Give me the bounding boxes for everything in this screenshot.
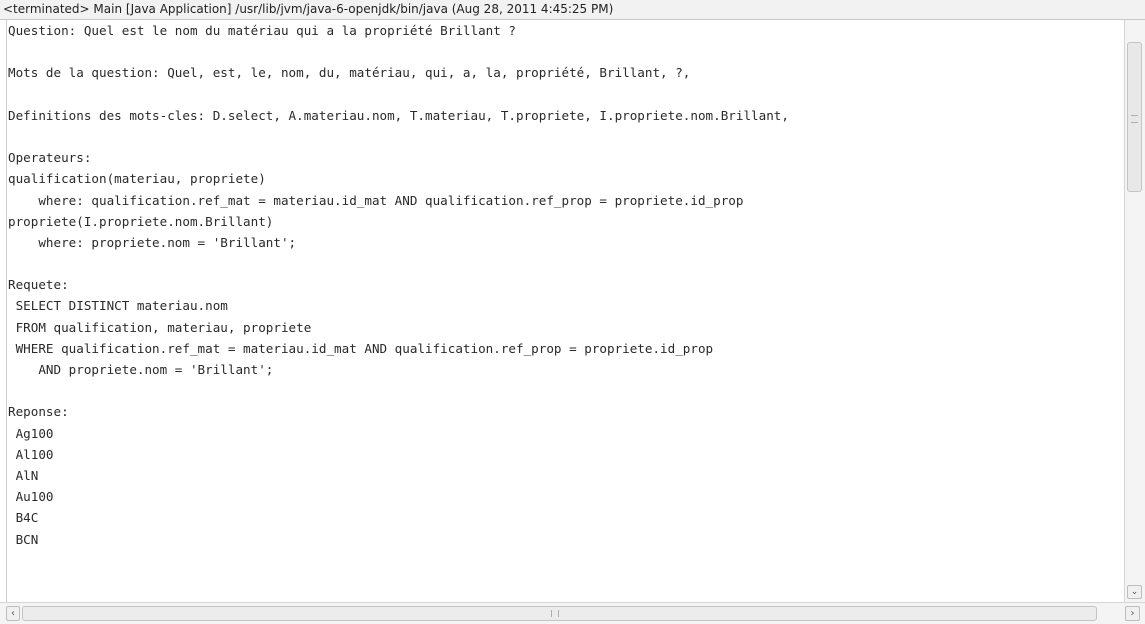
vertical-scrollbar[interactable]: ⌄ [1124, 20, 1145, 602]
horizontal-scrollbar-thumb[interactable] [22, 606, 1097, 621]
grip-icon [1131, 115, 1138, 123]
console-line: qualification(materiau, propriete) [8, 171, 266, 187]
console-line: Reponse: [8, 404, 69, 420]
chevron-right-icon: › [1130, 608, 1135, 619]
console-line: WHERE qualification.ref_mat = materiau.i… [8, 340, 714, 356]
console-line: Al100 [8, 446, 54, 462]
console-lines: Question: Quel est le nom du matériau qu… [7, 20, 1124, 550]
console-line: Ag100 [8, 425, 54, 441]
console-title: <terminated> Main [Java Application] /us… [0, 0, 1145, 20]
vertical-scrollbar-thumb[interactable] [1127, 42, 1142, 192]
console-output[interactable]: Question: Quel est le nom du matériau qu… [6, 20, 1124, 602]
horizontal-scrollbar[interactable]: ‹ › [0, 602, 1145, 624]
grip-icon [551, 610, 559, 617]
console-line: AND propriete.nom = 'Brillant'; [8, 362, 274, 377]
console-line: Au100 [8, 489, 54, 505]
chevron-left-icon: ‹ [11, 608, 15, 619]
console-line: propriete(I.propriete.nom.Brillant) [8, 213, 274, 229]
scroll-down-button[interactable]: ⌄ [1127, 585, 1142, 599]
console-line: Mots de la question: Quel, est, le, nom,… [8, 65, 691, 81]
console-line: where: propriete.nom = 'Brillant'; [8, 234, 297, 250]
console-line: Requete: [8, 277, 69, 293]
console-line: SELECT DISTINCT materiau.nom [8, 298, 228, 314]
console-line: where: qualification.ref_mat = materiau.… [8, 192, 744, 208]
console-line: Definitions des mots-cles: D.select, A.m… [8, 107, 789, 123]
scroll-left-button[interactable]: ‹ [6, 606, 20, 621]
console-line: AlN [8, 467, 39, 483]
console-line: FROM qualification, materiau, propriete [8, 319, 312, 335]
scroll-right-button[interactable]: › [1125, 606, 1140, 621]
console-view: <terminated> Main [Java Application] /us… [0, 0, 1145, 624]
chevron-down-icon: ⌄ [1130, 587, 1139, 597]
console-line: B4C [8, 510, 39, 526]
console-line: Operateurs: [8, 150, 92, 166]
console-line: Question: Quel est le nom du matériau qu… [8, 23, 516, 38]
console-line: BCN [8, 531, 39, 547]
